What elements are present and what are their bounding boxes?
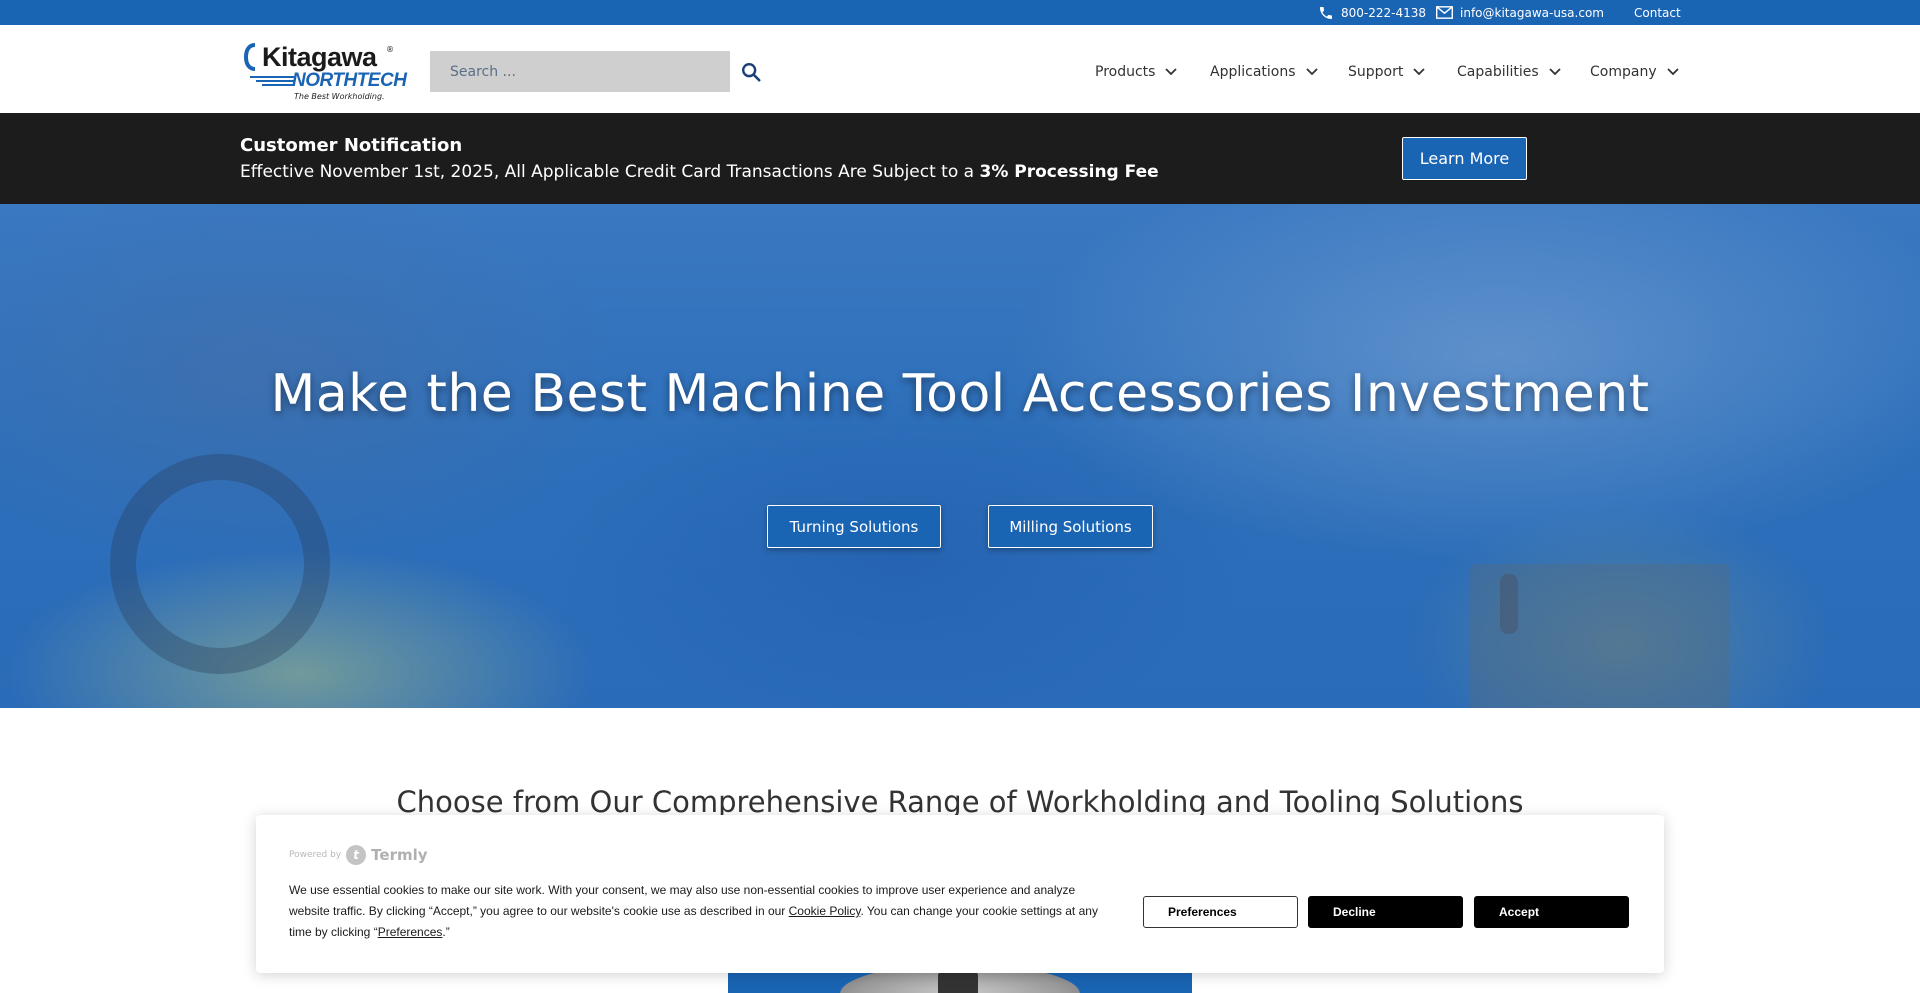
contact-link[interactable]: Contact: [1634, 0, 1681, 25]
notification-fee: 3% Processing Fee: [979, 162, 1159, 182]
product-jaw-graphic: [938, 970, 978, 993]
hero-background-pipe: [1500, 574, 1518, 634]
cookie-policy-link[interactable]: Cookie Policy: [789, 904, 861, 918]
nav-company-label: Company: [1590, 64, 1657, 80]
cookie-preferences-button[interactable]: Preferences: [1143, 896, 1298, 928]
notification-message: Effective November 1st, 2025, All Applic…: [240, 162, 1159, 182]
cookie-decline-button[interactable]: Decline: [1308, 896, 1463, 928]
nav-applications-label: Applications: [1210, 64, 1296, 80]
search-input[interactable]: [430, 51, 730, 92]
phone-link[interactable]: 800-222-4138: [1318, 0, 1426, 25]
learn-more-button[interactable]: Learn More: [1402, 137, 1527, 180]
chevron-down-icon: [1549, 68, 1561, 76]
email-link[interactable]: info@kitagawa-usa.com: [1436, 0, 1604, 25]
nav-products[interactable]: Products: [1095, 61, 1178, 83]
nav-support-label: Support: [1348, 64, 1404, 80]
site-header: Kitagawa ® NORTHTECH The Best Workholdin…: [0, 25, 1920, 113]
chevron-down-icon: [1413, 68, 1425, 76]
termly-logo-icon: t: [346, 845, 367, 865]
mail-icon: [1436, 6, 1453, 19]
cookie-accept-button[interactable]: Accept: [1474, 896, 1629, 928]
hero-title: Make the Best Machine Tool Accessories I…: [270, 364, 1650, 424]
top-utility-bar: 800-222-4138 info@kitagawa-usa.com Conta…: [0, 0, 1920, 25]
logo-northtech: NORTHTECH: [292, 70, 407, 91]
chevron-down-icon: [1305, 68, 1318, 76]
chevron-down-icon: [1165, 68, 1178, 76]
turning-solutions-button[interactable]: Turning Solutions: [767, 505, 941, 548]
phone-number: 800-222-4138: [1341, 5, 1427, 20]
nav-products-label: Products: [1095, 64, 1156, 80]
nav-company[interactable]: Company: [1590, 61, 1679, 83]
logo-speed-streak-icon: [250, 76, 294, 86]
nav-capabilities[interactable]: Capabilities: [1457, 61, 1561, 83]
customer-notification-bar: Customer Notification Effective November…: [0, 113, 1920, 204]
nav-capabilities-label: Capabilities: [1457, 64, 1539, 80]
hero-background-wheel: [110, 454, 330, 674]
hero-banner: Make the Best Machine Tool Accessories I…: [0, 204, 1920, 708]
kitagawa-northtech-logo[interactable]: Kitagawa ® NORTHTECH The Best Workholdin…: [240, 37, 407, 101]
nav-support[interactable]: Support: [1348, 61, 1425, 83]
cookie-consent-banner: Powered by t Termly We use essential coo…: [256, 815, 1664, 973]
cookie-message: We use essential cookies to make our sit…: [289, 883, 1098, 939]
termly-brand: Termly: [371, 846, 428, 864]
email-address: info@kitagawa-usa.com: [1460, 5, 1604, 20]
search-icon[interactable]: [740, 61, 762, 83]
powered-by-label: Powered by: [289, 850, 342, 860]
notification-title: Customer Notification: [240, 135, 463, 156]
solutions-section-title: Choose from Our Comprehensive Range of W…: [396, 785, 1524, 819]
termly-powered-by[interactable]: Powered by t Termly: [289, 845, 428, 865]
logo-wordmark: Kitagawa: [262, 42, 377, 72]
phone-icon: [1320, 6, 1332, 19]
preferences-link[interactable]: Preferences: [378, 925, 443, 939]
milling-solutions-button[interactable]: Milling Solutions: [988, 505, 1153, 548]
nav-applications[interactable]: Applications: [1210, 61, 1318, 83]
logo-registered: ®: [386, 45, 394, 54]
logo-tagline: The Best Workholding.: [294, 92, 385, 101]
chevron-down-icon: [1666, 68, 1679, 76]
